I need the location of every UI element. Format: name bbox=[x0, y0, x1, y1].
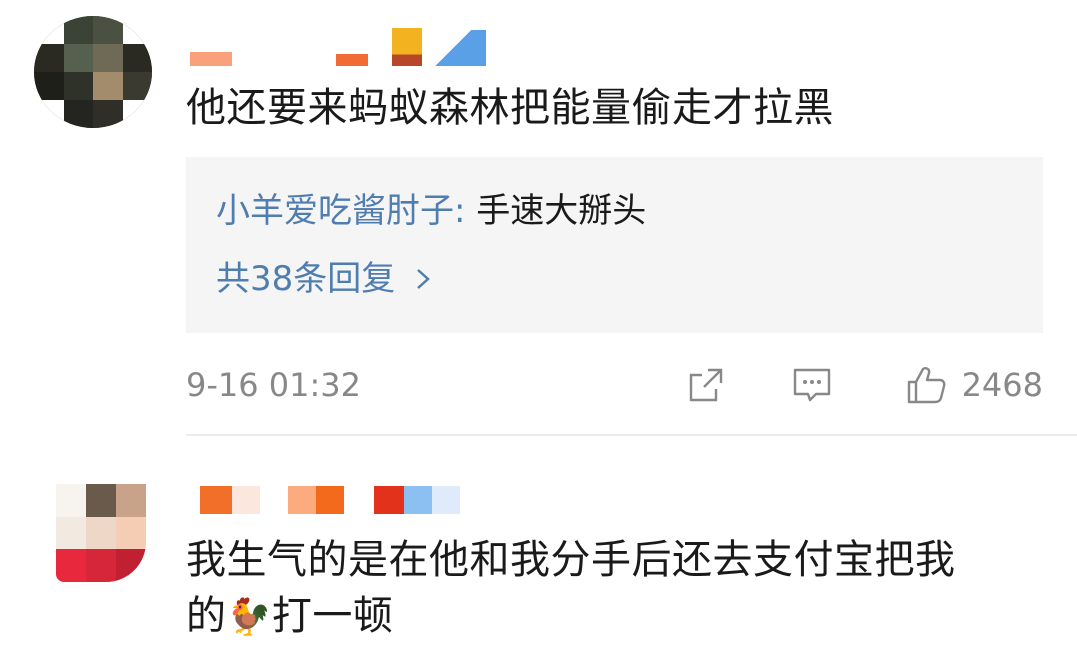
username-obscured[interactable] bbox=[190, 16, 486, 66]
comment-text: 他还要来蚂蚁森林把能量偷走才拉黑 bbox=[186, 85, 834, 131]
view-replies-label: 共38条回复 bbox=[216, 259, 396, 299]
comment-actions: 2468 bbox=[684, 363, 1043, 407]
comment-icon[interactable] bbox=[790, 363, 834, 407]
view-replies-link[interactable]: 共38条回复 bbox=[216, 257, 432, 303]
avatar[interactable] bbox=[56, 484, 146, 582]
avatar[interactable] bbox=[34, 16, 152, 128]
share-icon[interactable] bbox=[684, 363, 728, 407]
like-count: 2468 bbox=[961, 366, 1043, 404]
chicken-emoji-icon: 🐓 bbox=[226, 597, 272, 638]
like-button[interactable]: 2468 bbox=[904, 363, 1043, 407]
comment-item: 他还要来蚂蚁森林把能量偷走才拉黑 小羊爱吃酱肘子: 手速大掰头 共38条回复 9… bbox=[0, 0, 1077, 440]
chevron-right-icon bbox=[414, 259, 432, 303]
comment-meta: 9-16 01:32 2468 bbox=[186, 363, 1043, 407]
comment-text: 我生气的是在他和我分手后还去支付宝把我 的🐓打一顿 bbox=[186, 532, 1066, 646]
username-obscured[interactable] bbox=[200, 484, 460, 514]
reply-separator: : bbox=[454, 191, 466, 231]
reply-preview[interactable]: 小羊爱吃酱肘子: 手速大掰头 共38条回复 bbox=[186, 157, 1043, 333]
timestamp: 9-16 01:32 bbox=[186, 366, 362, 404]
comment-text-line: 我生气的是在他和我分手后还去支付宝把我 bbox=[186, 537, 956, 583]
comment-text-line: 的🐓打一顿 bbox=[186, 593, 394, 639]
thumbs-up-icon bbox=[904, 363, 948, 407]
reply-preview-line: 小羊爱吃酱肘子: 手速大掰头 bbox=[216, 189, 646, 233]
comment-item: 我生气的是在他和我分手后还去支付宝把我 的🐓打一顿 bbox=[0, 440, 1077, 656]
comment-divider bbox=[186, 434, 1077, 436]
reply-content: 手速大掰头 bbox=[476, 191, 647, 231]
reply-author[interactable]: 小羊爱吃酱肘子 bbox=[216, 191, 454, 231]
